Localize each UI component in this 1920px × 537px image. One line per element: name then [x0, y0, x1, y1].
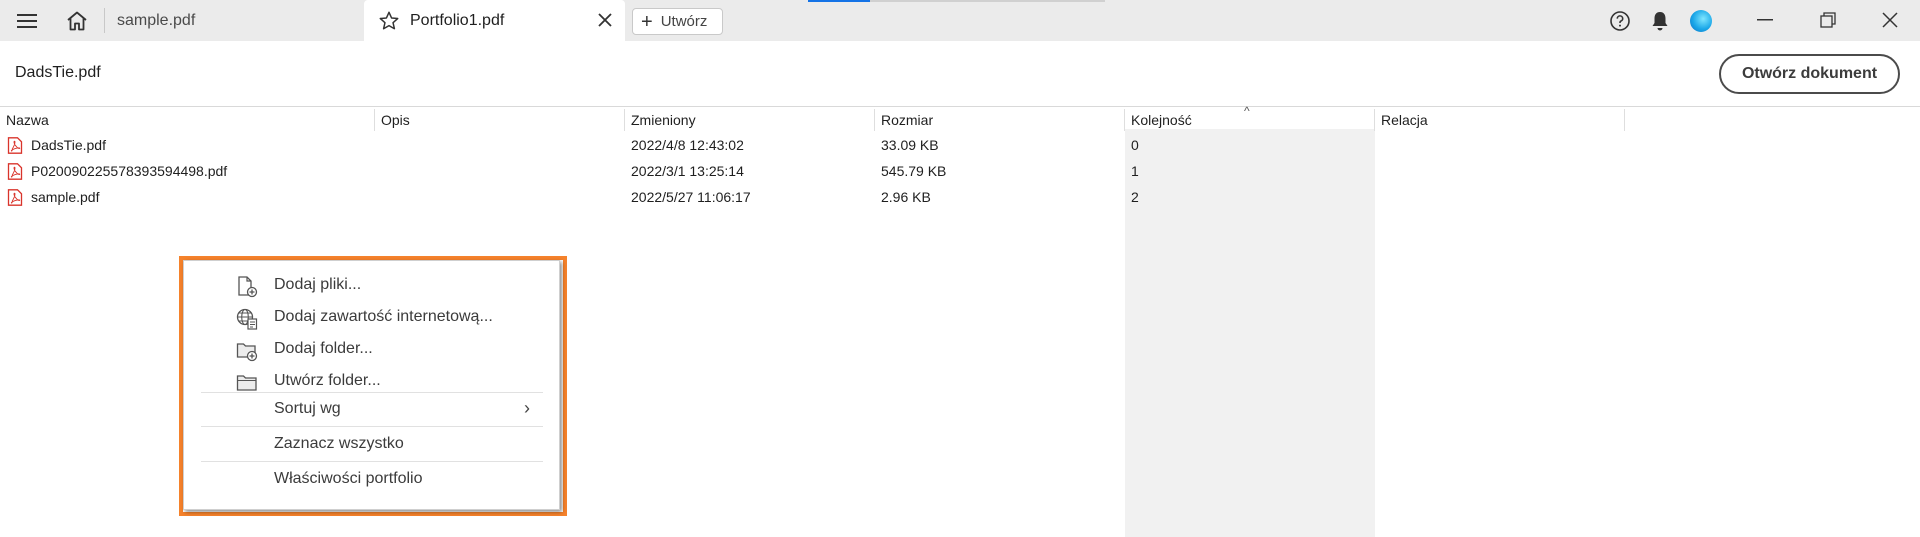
file-order: 1 — [1131, 163, 1139, 179]
menu-item-label: Dodaj pliki... — [274, 276, 362, 293]
table-row[interactable]: DadsTie.pdf 2022/4/8 12:43:02 33.09 KB 0 — [0, 132, 1625, 158]
chevron-right-icon: › — [524, 398, 530, 418]
table-row[interactable]: sample.pdf 2022/5/27 11:06:17 2.96 KB 2 — [0, 184, 1625, 210]
file-modified: 2022/5/27 11:06:17 — [631, 189, 751, 205]
add-folder-icon — [236, 340, 258, 362]
file-order: 0 — [1131, 137, 1139, 153]
file-order: 2 — [1131, 189, 1139, 205]
document-title: DadsTie.pdf — [15, 64, 101, 81]
restore-icon[interactable] — [1806, 4, 1850, 36]
tab-label: sample.pdf — [117, 11, 196, 29]
column-header-name[interactable]: Nazwa — [0, 109, 375, 131]
file-name: DadsTie.pdf — [31, 137, 106, 153]
open-document-button[interactable]: Otwórz dokument — [1719, 54, 1900, 94]
create-button[interactable]: + Utwórz — [632, 8, 723, 35]
tab-label: Portfolio1.pdf — [410, 11, 505, 29]
file-name: P020090225578393594498.pdf — [31, 163, 228, 179]
create-button-label: Utwórz — [660, 13, 708, 30]
account-avatar[interactable] — [1690, 10, 1712, 32]
title-bar: sample.pdf Portfolio1.pdf + Utwórz — [0, 0, 1920, 41]
table-row[interactable]: P020090225578393594498.pdf 2022/3/1 13:2… — [0, 158, 1625, 184]
column-header-size[interactable]: Rozmiar — [875, 109, 1125, 131]
menu-item-label: Właściwości portfolio — [274, 470, 423, 487]
file-size: 33.09 KB — [881, 137, 939, 153]
menu-separator — [201, 392, 543, 393]
menu-item-label: Sortuj wg — [274, 400, 341, 417]
menu-item-add-web-content[interactable]: Dodaj zawartość internetową... — [184, 302, 559, 334]
column-header-modified[interactable]: Zmieniony — [625, 109, 875, 131]
close-tab-icon[interactable] — [595, 10, 615, 30]
home-icon[interactable] — [60, 6, 94, 36]
tab-sample-pdf[interactable]: sample.pdf — [105, 0, 362, 41]
hamburger-menu-icon[interactable] — [10, 6, 44, 36]
menu-item-label: Dodaj folder... — [274, 340, 373, 357]
pdf-file-icon — [7, 189, 23, 206]
pdf-file-icon — [7, 137, 23, 154]
header-divider — [0, 106, 1920, 107]
tab-scroll-track — [870, 0, 1105, 2]
sort-ascending-icon: ^ — [1244, 104, 1250, 118]
plus-icon: + — [641, 10, 653, 33]
file-name: sample.pdf — [31, 189, 100, 205]
menu-item-portfolio-properties[interactable]: Właściwości portfolio — [184, 464, 559, 496]
file-modified: 2022/4/8 12:43:02 — [631, 137, 744, 153]
star-icon[interactable] — [378, 10, 400, 32]
context-menu: Dodaj pliki... Dodaj zawartość interneto… — [183, 260, 560, 510]
menu-item-add-folder[interactable]: Dodaj folder... — [184, 334, 559, 366]
web-content-icon — [236, 308, 258, 330]
file-modified: 2022/3/1 13:25:14 — [631, 163, 744, 179]
menu-item-sort-by[interactable]: Sortuj wg › — [184, 394, 559, 426]
menu-item-label: Utwórz folder... — [274, 372, 381, 389]
menu-separator — [201, 461, 543, 462]
column-header-order[interactable]: Kolejność — [1125, 109, 1375, 131]
folder-icon — [236, 372, 258, 394]
close-window-icon[interactable] — [1868, 4, 1912, 36]
menu-item-label: Dodaj zawartość internetową... — [274, 308, 493, 325]
file-size: 545.79 KB — [881, 163, 947, 179]
pdf-file-icon — [7, 163, 23, 180]
menu-item-select-all[interactable]: Zaznacz wszystko — [184, 429, 559, 461]
tab-portfolio1-pdf[interactable]: Portfolio1.pdf — [364, 0, 625, 41]
bell-icon[interactable] — [1647, 7, 1673, 35]
minimize-icon[interactable] — [1743, 4, 1787, 36]
menu-separator — [201, 426, 543, 427]
column-header-description[interactable]: Opis — [375, 109, 625, 131]
menu-item-label: Zaznacz wszystko — [274, 435, 404, 452]
add-file-icon — [236, 276, 258, 298]
tab-scroll-indicator — [808, 0, 870, 2]
file-size: 2.96 KB — [881, 189, 931, 205]
help-icon[interactable] — [1607, 8, 1633, 34]
menu-item-add-files[interactable]: Dodaj pliki... — [184, 270, 559, 302]
column-header-relation[interactable]: Relacja — [1375, 109, 1625, 131]
